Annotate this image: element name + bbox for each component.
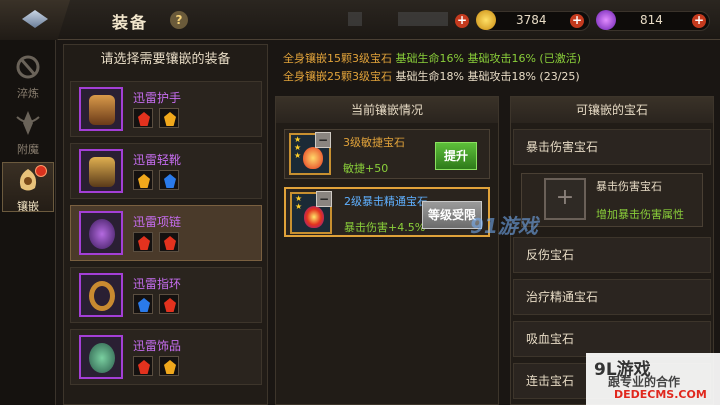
enchant-icon xyxy=(16,111,40,135)
remove-gem-button[interactable]: − xyxy=(316,191,332,207)
gem-slot xyxy=(159,356,179,376)
red-gem-icon xyxy=(138,112,150,126)
set-bonus-1: 全身镶嵌15颗3级宝石 基础生命16% 基础攻击16% (已激活) xyxy=(283,50,581,66)
equipment-item-accessory[interactable]: 迅雷饰品 xyxy=(70,329,262,385)
necklace-icon xyxy=(79,211,123,255)
equipment-name: 迅雷饰品 xyxy=(133,339,182,353)
purple-gem-icon xyxy=(596,10,616,30)
tab-temper-label: 淬炼 xyxy=(17,87,39,100)
gem-option-card[interactable]: + 暴击伤害宝石 增加暴击伤害属性 xyxy=(521,173,703,227)
ring-icon xyxy=(79,273,123,317)
bonus-status: (已激活) xyxy=(539,52,581,65)
gem-stat: 敏捷+50 xyxy=(343,162,389,175)
gem-slot xyxy=(133,294,153,314)
equipment-item-necklace[interactable]: 迅雷项链 xyxy=(70,205,262,261)
add-gem-slot[interactable]: + xyxy=(544,178,586,220)
gem-slot xyxy=(133,356,153,376)
tab-inlay[interactable]: 镶嵌 xyxy=(2,162,54,213)
red-gem-icon xyxy=(164,298,176,312)
orange-gem-icon xyxy=(138,174,150,188)
temper-icon xyxy=(16,55,40,79)
gem-slot xyxy=(159,170,179,190)
equipment-name: 迅雷轻靴 xyxy=(133,153,182,167)
equipment-name: 迅雷护手 xyxy=(133,91,182,105)
gem-slot xyxy=(159,294,179,314)
red-gem-icon xyxy=(164,236,176,250)
gem-value: 814 xyxy=(640,13,663,27)
star-icons: ★ ★ xyxy=(295,194,303,211)
gem-slot xyxy=(133,232,153,252)
gem-name: 3级敏捷宝石 xyxy=(343,136,405,149)
inlaid-gem-slot-1[interactable]: ★ ★ ★ − 3级敏捷宝石 敏捷+50 提升 xyxy=(284,129,490,179)
tab-temper[interactable]: 淬炼 xyxy=(2,50,54,100)
star-icons: ★ ★ ★ xyxy=(294,135,302,160)
gem-stat: 暴击伤害+4.5% xyxy=(344,221,426,234)
accessory-icon xyxy=(79,335,123,379)
red-gem-icon xyxy=(138,360,150,374)
upgrade-button[interactable]: 提升 xyxy=(435,142,477,170)
equipment-panel: 请选择需要镶嵌的装备 迅雷护手 迅雷轻靴 迅雷项链 迅雷指环 迅雷饰品 xyxy=(63,44,268,405)
bonus-stats: 基础生命16% 基础攻击16% xyxy=(395,52,536,65)
gem-option-name: 暴击伤害宝石 xyxy=(596,180,662,193)
equipment-item-boots[interactable]: 迅雷轻靴 xyxy=(70,143,262,199)
top-bar: 装备 ? + 3784 + 814 + xyxy=(0,0,720,40)
tab-enchant-label: 附魔 xyxy=(17,143,39,156)
orange-gem-icon xyxy=(164,112,176,126)
gem-category-lifesteal[interactable]: 吸血宝石 xyxy=(513,321,711,357)
red-gem-icon xyxy=(138,236,150,250)
available-gems-heading: 可镶嵌的宝石 xyxy=(511,97,713,123)
watermark-91: 91游戏 xyxy=(470,214,538,238)
gem-category-crit-damage[interactable]: 暴击伤害宝石 xyxy=(513,129,711,165)
blue-gem-icon xyxy=(138,298,150,312)
bonus-stats: 基础生命18% 基础攻击18% xyxy=(395,70,536,83)
bonus-condition: 全身镶嵌25颗3级宝石 xyxy=(283,70,392,83)
blurred-id xyxy=(398,12,448,26)
gem-category-reflect[interactable]: 反伤宝石 xyxy=(513,237,711,273)
back-diamond-icon xyxy=(22,10,48,28)
add-gold-button[interactable]: + xyxy=(570,14,584,28)
gem-slot xyxy=(133,108,153,128)
boots-icon xyxy=(79,149,123,193)
equipment-heading: 请选择需要镶嵌的装备 xyxy=(100,52,231,67)
remove-gem-button[interactable]: − xyxy=(315,132,331,148)
tab-inlay-label: 镶嵌 xyxy=(17,200,39,213)
watermark-domain: DEDECMS.COM xyxy=(614,388,707,401)
gem-category-heal-mastery[interactable]: 治疗精通宝石 xyxy=(513,279,711,315)
add-gem-button[interactable]: + xyxy=(692,14,706,28)
equipment-name: 迅雷指环 xyxy=(133,277,182,291)
gloves-icon xyxy=(79,87,123,131)
equipment-item-gloves[interactable]: 迅雷护手 xyxy=(70,81,262,137)
gold-coin-icon xyxy=(476,10,496,30)
orange-gem-icon xyxy=(164,360,176,374)
gem-slot xyxy=(159,108,179,128)
notification-dot xyxy=(35,165,47,177)
current-inlay-panel: 当前镶嵌情况 ★ ★ ★ − 3级敏捷宝石 敏捷+50 提升 ★ ★ − 2级暴击精通… xyxy=(275,96,499,405)
gem-slot xyxy=(133,170,153,190)
gem-name: 2级暴击精通宝石 xyxy=(344,195,428,208)
page-title: 装备 xyxy=(112,13,149,32)
set-bonus-2: 全身镶嵌25颗3级宝石 基础生命18% 基础攻击18% (23/25) xyxy=(283,68,580,84)
equipment-item-ring[interactable]: 迅雷指环 xyxy=(70,267,262,323)
add-player-button[interactable]: + xyxy=(455,14,469,28)
current-inlay-heading: 当前镶嵌情况 xyxy=(276,97,498,123)
sidebar: 淬炼 附魔 镶嵌 xyxy=(0,40,56,405)
equipment-name: 迅雷项链 xyxy=(133,215,182,229)
blue-gem-icon xyxy=(164,174,176,188)
inlaid-gem-slot-2[interactable]: ★ ★ − 2级暴击精通宝石 暴击伤害+4.5% 等级受限 xyxy=(284,187,490,237)
gem-option-desc: 增加暴击伤害属性 xyxy=(596,208,684,221)
blurred-name xyxy=(348,12,362,26)
bonus-condition: 全身镶嵌15颗3级宝石 xyxy=(283,52,392,65)
back-button[interactable] xyxy=(0,0,70,40)
gold-value: 3784 xyxy=(516,13,547,27)
gem-slot xyxy=(159,232,179,252)
bonus-status: (23/25) xyxy=(539,70,580,83)
tab-enchant[interactable]: 附魔 xyxy=(2,106,54,156)
watermark-corner: 9L游戏 跟专业的合作 DEDECMS.COM xyxy=(586,353,720,405)
help-icon[interactable]: ? xyxy=(170,11,188,29)
